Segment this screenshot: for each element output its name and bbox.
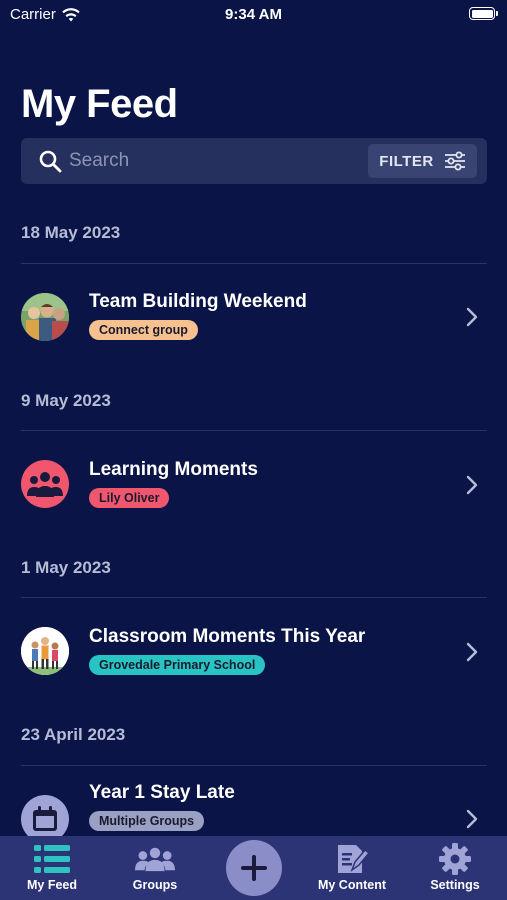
battery-icon <box>469 7 498 20</box>
divider <box>21 430 487 431</box>
search-bar: FILTER <box>21 138 487 184</box>
page-title: My Feed <box>21 82 178 126</box>
search-icon <box>39 150 62 173</box>
filter-button[interactable]: FILTER <box>368 144 477 178</box>
tab-label: My Content <box>317 878 387 892</box>
list-icon <box>32 842 72 876</box>
status-bar: Carrier 9:34 AM <box>0 0 507 30</box>
school-tag: Grovedale Primary School <box>89 655 266 675</box>
filter-label: FILTER <box>379 152 434 170</box>
divider <box>21 765 487 766</box>
tab-my-feed[interactable]: My Feed <box>22 836 82 900</box>
divider <box>21 597 487 598</box>
feed-item-title: Learning Moments <box>89 459 258 480</box>
person-tag: Lily Oliver <box>89 488 170 508</box>
chevron-right-icon <box>466 809 478 829</box>
sliders-icon <box>444 151 465 171</box>
feed-item-title: Classroom Moments This Year <box>89 626 366 647</box>
feed-date-heading: 23 April 2023 <box>21 725 126 744</box>
multiple-groups-tag: Multiple Groups <box>89 811 205 831</box>
feed-date-heading: 9 May 2023 <box>21 391 111 410</box>
clock: 9:34 AM <box>225 6 282 23</box>
tab-label: My Feed <box>26 878 77 892</box>
tab-label: Settings <box>430 878 480 892</box>
group-tag: Connect group <box>89 320 198 340</box>
gear-icon <box>435 842 475 876</box>
children-photo-avatar <box>21 627 69 675</box>
add-button[interactable] <box>226 840 282 896</box>
tab-settings[interactable]: Settings <box>425 836 485 900</box>
chevron-right-icon <box>466 307 478 327</box>
tab-bar: My Feed Groups My Content Settings <box>0 836 507 900</box>
chevron-right-icon <box>466 642 478 662</box>
feed-item-learning-moments[interactable]: Learning Moments Lily Oliver <box>0 446 507 526</box>
feed-item-title: Team Building Weekend <box>89 291 307 312</box>
feed-date-heading: 18 May 2023 <box>21 223 121 242</box>
divider <box>21 263 487 264</box>
feed-date-heading: 1 May 2023 <box>21 558 111 577</box>
chevron-right-icon <box>466 475 478 495</box>
people-icon <box>21 460 69 508</box>
plus-icon <box>241 855 267 881</box>
edit-document-icon <box>332 842 372 876</box>
search-input[interactable] <box>69 146 369 176</box>
tab-my-content[interactable]: My Content <box>313 836 391 900</box>
group-photo-avatar <box>21 293 69 341</box>
tab-groups[interactable]: Groups <box>125 836 185 900</box>
feed-item-team-building[interactable]: Team Building Weekend Connect group <box>0 278 507 358</box>
feed-item-classroom-moments[interactable]: Classroom Moments This Year Grovedale Pr… <box>0 613 507 693</box>
tab-label: Groups <box>132 878 178 892</box>
feed-item-title: Year 1 Stay Late <box>89 782 235 803</box>
people-icon <box>135 842 175 876</box>
